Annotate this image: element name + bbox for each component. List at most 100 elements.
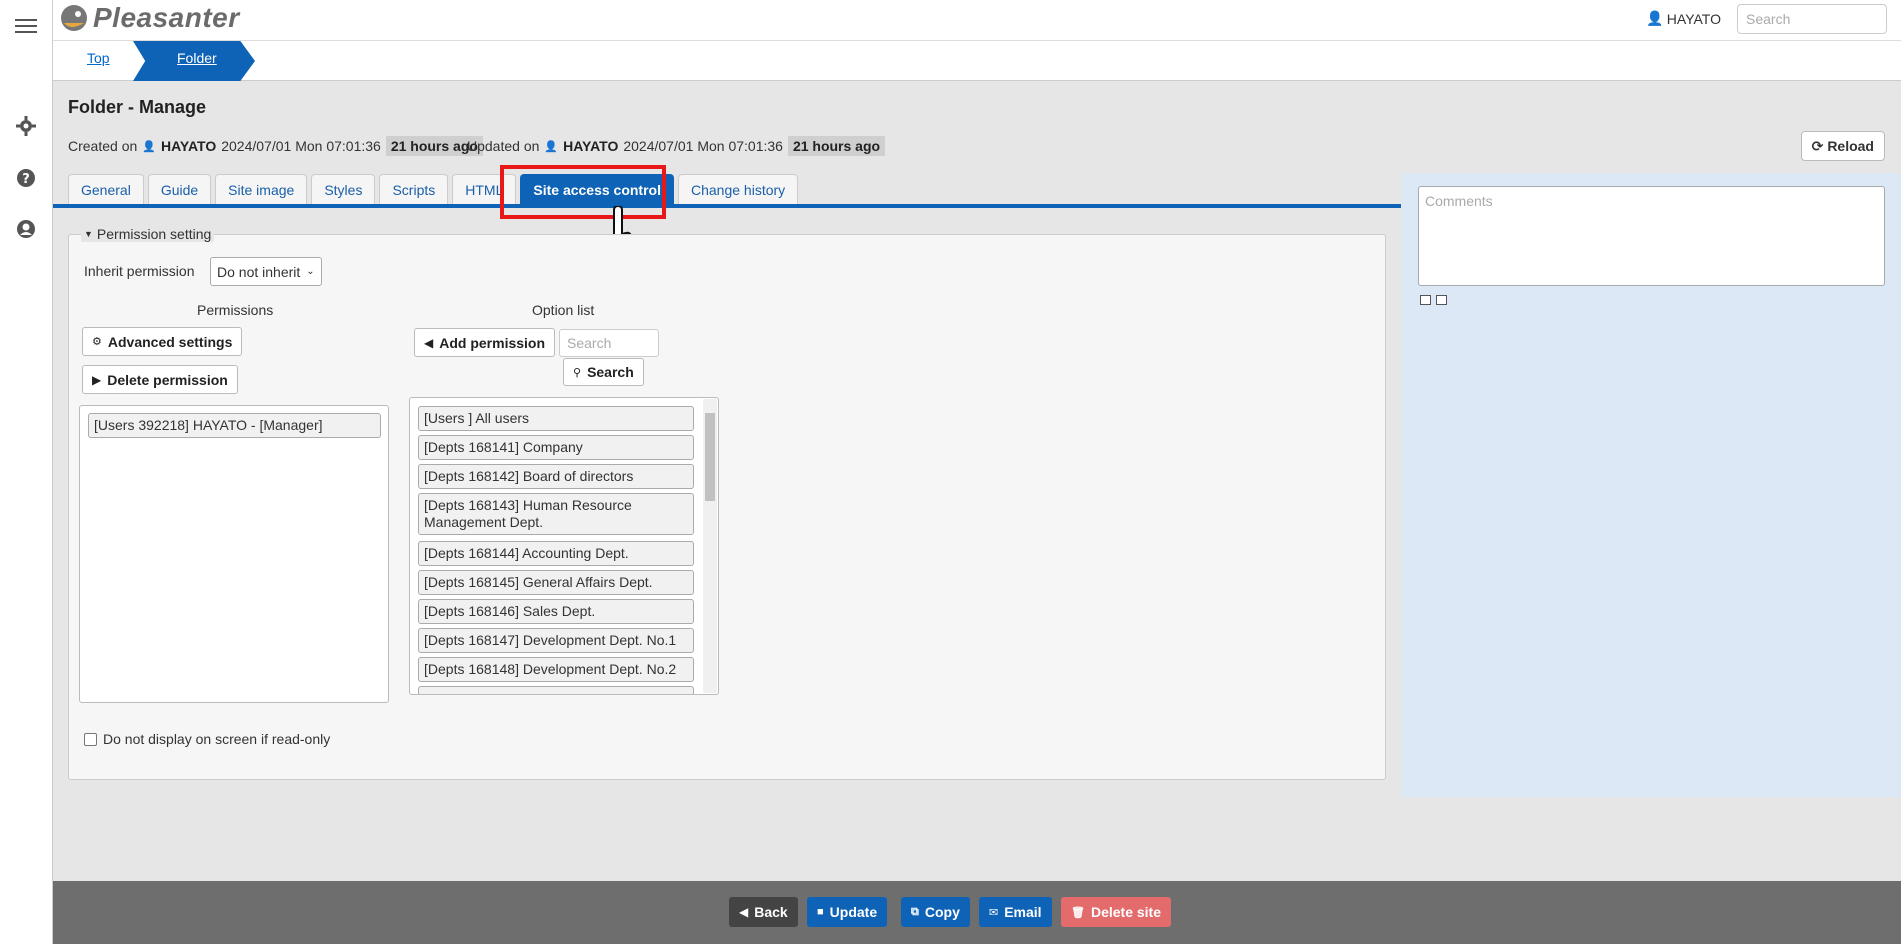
svg-text:?: ? bbox=[22, 172, 30, 187]
advanced-settings-button[interactable]: ⚙ Advanced settings bbox=[82, 327, 243, 356]
current-permissions-list[interactable]: [Users 392218] HAYATO - [Manager] bbox=[79, 405, 389, 703]
user-icon: 👤 bbox=[142, 140, 156, 153]
caret-down-icon: ▼ bbox=[84, 229, 93, 239]
image-icon[interactable] bbox=[1420, 295, 1431, 305]
permission-legend-label: Permission setting bbox=[96, 226, 212, 242]
created-info: Created on 👤 HAYATO 2024/07/01 Mon 07:01… bbox=[68, 136, 483, 156]
option-list-scrollbar[interactable] bbox=[703, 399, 717, 693]
created-by[interactable]: HAYATO bbox=[161, 138, 216, 154]
option-list[interactable]: [Users ] All users [Depts 168141] Compan… bbox=[409, 397, 719, 695]
tab-change-history[interactable]: Change history bbox=[678, 174, 799, 204]
list-item[interactable]: [Depts 168144] Accounting Dept. bbox=[418, 541, 694, 566]
help-icon[interactable]: ? bbox=[14, 166, 38, 190]
permission-legend[interactable]: ▼ Permission setting bbox=[81, 226, 215, 242]
top-header: Pleasanter 👤 HAYATO bbox=[53, 0, 1901, 40]
option-search-input[interactable]: Search bbox=[559, 329, 659, 357]
update-label: Update bbox=[829, 904, 878, 920]
tab-site-image[interactable]: Site image bbox=[215, 174, 308, 204]
bird-logo-icon bbox=[61, 5, 87, 31]
list-item[interactable]: [Depts 168147] Development Dept. No.1 bbox=[418, 628, 694, 653]
list-item[interactable]: [Depts 168143] Human Resource Management… bbox=[418, 493, 694, 535]
email-icon: ✉ bbox=[989, 906, 999, 919]
breadcrumb-folder[interactable]: Folder bbox=[133, 41, 255, 81]
permission-fieldset: ▼ Permission setting Inherit permission … bbox=[68, 226, 1386, 780]
readonly-checkbox[interactable] bbox=[84, 732, 97, 746]
tab-strip: General Guide Site image Styles Scripts … bbox=[68, 174, 799, 204]
comment-toolbar bbox=[1420, 295, 1447, 305]
created-at: 2024/07/01 Mon 07:01:36 bbox=[221, 138, 381, 154]
user-circle-icon[interactable] bbox=[14, 217, 38, 241]
updated-ago: 21 hours ago bbox=[787, 136, 886, 156]
reload-button[interactable]: ⟳ Reload bbox=[1800, 131, 1885, 161]
readonly-checkbox-label: Do not display on screen if read-only bbox=[103, 731, 331, 747]
updated-label: Updated on bbox=[467, 138, 540, 154]
delete-permission-button[interactable]: ▶ Delete permission bbox=[82, 365, 238, 394]
comments-textarea[interactable]: Comments bbox=[1418, 186, 1885, 286]
list-item[interactable] bbox=[418, 686, 694, 694]
search-button-label: Search bbox=[587, 364, 634, 380]
list-item[interactable]: [Depts 168148] Development Dept. No.2 bbox=[418, 657, 694, 682]
arrow-right-circle-icon: ▶ bbox=[92, 372, 102, 387]
header-search-input[interactable] bbox=[1737, 4, 1887, 34]
readonly-checkbox-row[interactable]: Do not display on screen if read-only bbox=[84, 731, 330, 747]
attachment-icon[interactable] bbox=[1436, 295, 1447, 305]
search-button[interactable]: ⚲ Search bbox=[563, 358, 644, 386]
updated-info: Updated on 👤 HAYATO 2024/07/01 Mon 07:01… bbox=[467, 136, 886, 156]
list-item[interactable]: [Users 392218] HAYATO - [Manager] bbox=[88, 413, 381, 438]
tab-scripts[interactable]: Scripts bbox=[379, 174, 449, 204]
inherit-permission-label: Inherit permission bbox=[84, 263, 195, 279]
inherit-permission-value: Do not inherit bbox=[217, 263, 301, 280]
breadcrumb-top[interactable]: Top bbox=[87, 50, 110, 66]
created-label: Created on bbox=[68, 138, 138, 154]
updated-at: 2024/07/01 Mon 07:01:36 bbox=[623, 138, 783, 154]
copy-icon: ⧉ bbox=[911, 905, 919, 918]
email-button[interactable]: ✉ Email bbox=[979, 897, 1052, 927]
delete-site-button[interactable]: 🗑 Delete site bbox=[1061, 897, 1172, 927]
header-user-name: HAYATO bbox=[1666, 10, 1721, 27]
user-icon: 👤 bbox=[544, 140, 559, 153]
app-logo[interactable]: Pleasanter bbox=[59, 2, 240, 34]
save-icon: ■ bbox=[817, 906, 824, 918]
delete-permission-label: Delete permission bbox=[107, 371, 228, 388]
tab-guide[interactable]: Guide bbox=[147, 174, 212, 204]
search-icon: ⚲ bbox=[573, 366, 582, 379]
delete-site-label: Delete site bbox=[1090, 904, 1162, 920]
copy-label: Copy bbox=[924, 904, 960, 920]
breadcrumb-folder-label: Folder bbox=[177, 50, 217, 66]
option-list-heading: Option list bbox=[532, 302, 595, 318]
update-button[interactable]: ■ Update bbox=[807, 897, 888, 927]
permissions-heading: Permissions bbox=[197, 302, 274, 318]
reload-icon: ⟳ bbox=[1811, 137, 1824, 154]
list-item[interactable]: [Depts 168145] General Affairs Dept. bbox=[418, 570, 694, 595]
updated-by[interactable]: HAYATO bbox=[563, 138, 618, 154]
reload-label: Reload bbox=[1827, 138, 1874, 154]
arrow-left-circle-icon: ◀ bbox=[424, 335, 434, 350]
copy-button[interactable]: ⧉ Copy bbox=[901, 897, 970, 927]
back-label: Back bbox=[754, 904, 788, 920]
inherit-permission-select[interactable]: Do not inherit ⌄ bbox=[210, 257, 322, 286]
tab-styles[interactable]: Styles bbox=[311, 174, 376, 204]
header-user[interactable]: 👤 HAYATO bbox=[1646, 10, 1721, 27]
menu-icon[interactable] bbox=[14, 14, 38, 38]
tab-underline bbox=[53, 204, 1401, 208]
tab-general[interactable]: General bbox=[68, 174, 144, 204]
add-permission-label: Add permission bbox=[439, 334, 546, 351]
list-item[interactable]: [Depts 168141] Company bbox=[418, 435, 694, 460]
gear-icon: ⚙ bbox=[92, 336, 102, 348]
add-permission-button[interactable]: ◀ Add permission bbox=[414, 328, 556, 357]
back-icon: ◀ bbox=[739, 905, 749, 919]
brand-name: Pleasanter bbox=[93, 2, 240, 33]
left-rail: ? bbox=[0, 0, 53, 944]
footer-bar: ◀ Back ■ Update ⧉ Copy ✉ Email 🗑 Delete … bbox=[53, 881, 1901, 944]
scrollbar-thumb[interactable] bbox=[705, 413, 715, 501]
page-title: Folder - Manage bbox=[68, 97, 207, 117]
breadcrumb: Top Folder bbox=[53, 40, 1901, 81]
trash-icon: 🗑 bbox=[1071, 906, 1085, 919]
list-item[interactable]: [Users ] All users bbox=[418, 406, 694, 431]
gear-icon[interactable] bbox=[14, 114, 38, 138]
email-label: Email bbox=[1004, 904, 1042, 920]
list-item[interactable]: [Depts 168146] Sales Dept. bbox=[418, 599, 694, 624]
back-button[interactable]: ◀ Back bbox=[729, 897, 798, 927]
list-item[interactable]: [Depts 168142] Board of directors bbox=[418, 464, 694, 489]
user-icon: 👤 bbox=[1646, 10, 1664, 26]
